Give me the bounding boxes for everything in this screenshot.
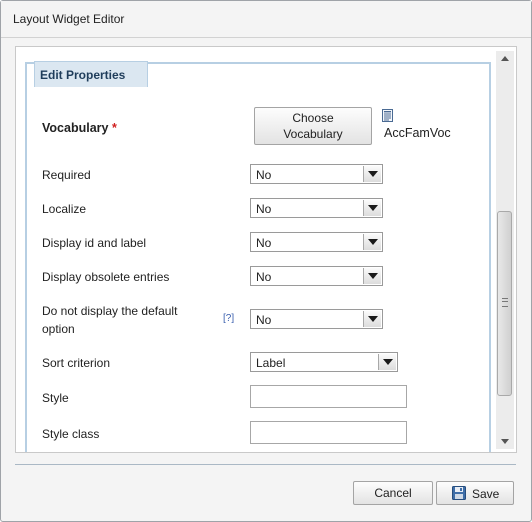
scrollbar-thumb[interactable] xyxy=(497,211,512,396)
vocabulary-label: Vocabulary * xyxy=(42,121,117,135)
style-label: Style xyxy=(42,391,69,405)
chevron-down-icon[interactable] xyxy=(363,166,381,182)
dialog-title: Layout Widget Editor xyxy=(13,12,125,26)
save-button-label: Save xyxy=(472,487,500,501)
footer-divider xyxy=(15,464,516,465)
no-default-option-select[interactable]: No xyxy=(250,309,383,329)
required-label: Required xyxy=(42,168,91,182)
chevron-down-icon[interactable] xyxy=(363,200,381,216)
sort-criterion-select-value: Label xyxy=(256,356,286,370)
no-default-option-label-line2: option xyxy=(42,322,75,336)
chevron-down-icon[interactable] xyxy=(363,268,381,284)
choose-vocabulary-line2: Vocabulary xyxy=(283,127,343,141)
required-select[interactable]: No xyxy=(250,164,383,184)
display-obsolete-label: Display obsolete entries xyxy=(42,270,170,284)
no-default-option-select-value: No xyxy=(256,313,272,327)
dialog-titlebar: Layout Widget Editor xyxy=(1,1,531,38)
help-link[interactable]: [?] xyxy=(223,313,234,324)
save-button[interactable]: Save xyxy=(436,481,514,505)
arrow-down-icon[interactable] xyxy=(496,433,514,449)
style-input[interactable] xyxy=(250,385,407,408)
localize-select[interactable]: No xyxy=(250,198,383,218)
sort-criterion-select[interactable]: Label xyxy=(250,352,398,372)
selected-vocabulary-value: AccFamVoc xyxy=(384,126,451,140)
display-id-label-select[interactable]: No xyxy=(250,232,383,252)
display-id-label-select-value: No xyxy=(256,236,272,250)
choose-vocabulary-button[interactable]: Choose Vocabulary xyxy=(254,107,372,145)
display-obsolete-select[interactable]: No xyxy=(250,266,383,286)
display-obsolete-select-value: No xyxy=(256,270,272,284)
layout-widget-editor-dialog: Layout Widget Editor Edit Properties Voc… xyxy=(0,0,532,522)
localize-select-value: No xyxy=(256,202,272,216)
chevron-down-icon[interactable] xyxy=(363,234,381,250)
cancel-button-label: Cancel xyxy=(374,486,412,500)
choose-vocabulary-line1: Choose xyxy=(292,111,334,125)
no-default-option-label-line1: Do not display the default xyxy=(42,304,178,318)
floppy-disk-icon xyxy=(452,486,466,500)
required-marker: * xyxy=(111,121,117,135)
style-class-input[interactable] xyxy=(250,421,407,444)
cancel-button[interactable]: Cancel xyxy=(353,481,433,505)
display-id-label-label: Display id and label xyxy=(42,236,147,250)
sort-criterion-label: Sort criterion xyxy=(42,356,111,370)
vocabulary-label-text: Vocabulary xyxy=(42,121,109,135)
chevron-down-icon[interactable] xyxy=(378,354,396,370)
document-icon[interactable] xyxy=(382,109,393,122)
vertical-scrollbar[interactable] xyxy=(496,51,514,449)
tab-edit-properties-label: Edit Properties xyxy=(40,68,126,82)
style-class-label: Style class xyxy=(42,427,100,441)
arrow-up-icon[interactable] xyxy=(496,51,514,67)
tab-edit-properties[interactable]: Edit Properties xyxy=(34,61,148,87)
required-select-value: No xyxy=(256,168,272,182)
chevron-down-icon[interactable] xyxy=(363,311,381,327)
localize-label: Localize xyxy=(42,202,87,216)
